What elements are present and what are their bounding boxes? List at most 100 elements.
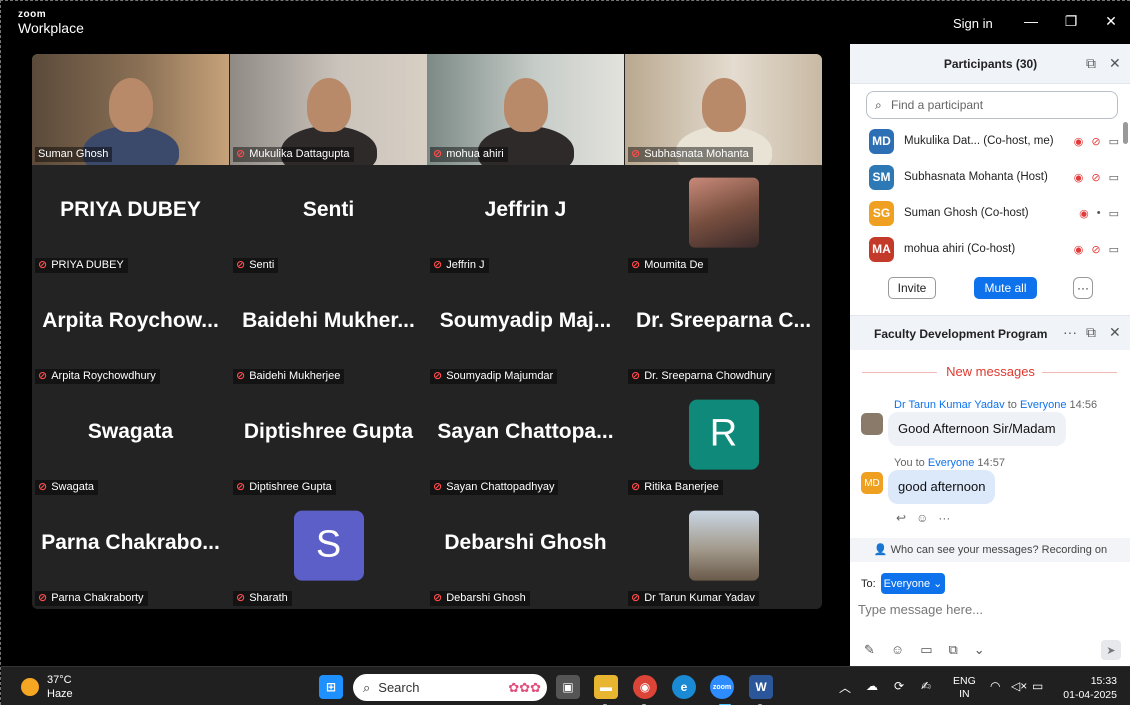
- mic-muted-icon[interactable]: ⊘: [1091, 171, 1100, 184]
- more-options-button[interactable]: ···: [1073, 277, 1093, 299]
- sign-in-button[interactable]: Sign in: [953, 16, 993, 31]
- chat-close-icon[interactable]: ✕: [1109, 324, 1121, 341]
- to-label: To:: [861, 578, 876, 590]
- chat-more-icon[interactable]: ···: [1063, 324, 1077, 340]
- tray-chevron-icon[interactable]: ︿: [839, 679, 851, 696]
- more-icon[interactable]: ···: [938, 511, 950, 525]
- participant-tile[interactable]: ⊘ mohua ahiri: [427, 54, 624, 165]
- participant-tile[interactable]: Arpita Roychow... ⊘ Arpita Roychowdhury: [32, 276, 229, 387]
- message-sender: Dr Tarun Kumar Yadav: [894, 399, 1005, 411]
- restore-icon[interactable]: ❐: [1061, 13, 1081, 30]
- minimize-icon[interactable]: —: [1021, 13, 1041, 29]
- participant-row[interactable]: MD Mukulika Dat... (Co-host, me) ◉ ⊘ ▭: [869, 127, 1119, 155]
- pop-out-icon[interactable]: ⧉: [1086, 55, 1096, 72]
- participant-tile[interactable]: Jeffrin J ⊘ Jeffrin J: [427, 165, 624, 276]
- camera-icon[interactable]: ▭: [1109, 207, 1119, 220]
- profile-photo: [688, 510, 759, 581]
- participant-name: Arpita Roychowdhury: [51, 370, 156, 382]
- wifi-icon[interactable]: ◠: [990, 679, 1000, 693]
- participant-name: Parna Chakraborty: [51, 592, 144, 604]
- participant-tile[interactable]: Suman Ghosh: [32, 54, 229, 165]
- task-view-icon[interactable]: ▣: [556, 675, 580, 699]
- participant-display-name: Senti: [302, 197, 355, 221]
- edge-icon[interactable]: e: [672, 675, 696, 699]
- emoji-react-icon[interactable]: ☺: [916, 511, 928, 525]
- close-icon[interactable]: ✕: [1101, 13, 1121, 30]
- participant-avatar: S: [293, 510, 364, 581]
- screenshot-icon[interactable]: ⧉: [948, 642, 957, 658]
- file-explorer-icon[interactable]: ▬: [594, 675, 618, 699]
- mic-muted-icon[interactable]: ⊘: [1091, 135, 1100, 148]
- participant-tile[interactable]: ⊘ Moumita De: [625, 165, 822, 276]
- windows-start-icon[interactable]: ⊞: [319, 675, 343, 699]
- taskbar-search[interactable]: ⌕ Search ✿✿✿: [353, 674, 547, 701]
- participant-tile[interactable]: Debarshi Ghosh ⊘ Debarshi Ghosh: [427, 498, 624, 609]
- mic-muted-icon[interactable]: ⊘: [1091, 243, 1100, 256]
- participant-name: Jeffrin J: [446, 259, 485, 271]
- recipient-dropdown[interactable]: Everyone ⌄: [881, 573, 945, 594]
- close-panel-icon[interactable]: ✕: [1109, 55, 1121, 72]
- battery-icon[interactable]: ▭: [1032, 679, 1043, 693]
- invite-button[interactable]: Invite: [888, 277, 936, 299]
- emoji-icon[interactable]: ☺: [891, 642, 904, 658]
- participant-tile[interactable]: Sayan Chattopa... ⊘ Sayan Chattopadhyay: [427, 387, 624, 498]
- onedrive-icon[interactable]: ☁: [866, 679, 878, 693]
- volume-icon[interactable]: ◁×: [1011, 679, 1027, 693]
- format-icon[interactable]: ✎: [864, 642, 875, 658]
- participant-tile[interactable]: Senti ⊘ Senti: [230, 165, 427, 276]
- camera-icon[interactable]: ▭: [1109, 171, 1119, 184]
- clock[interactable]: 15:33 01-04-2025: [1059, 674, 1117, 702]
- participant-tile[interactable]: ⊘ Subhasnata Mohanta: [625, 54, 822, 165]
- chat-message: Good Afternoon Sir/Madam: [888, 412, 1066, 446]
- participant-search-input[interactable]: ⌕ Find a participant: [866, 91, 1118, 119]
- chat-pop-out-icon[interactable]: ⧉: [1086, 324, 1096, 341]
- sync-icon[interactable]: ⟳: [894, 679, 904, 693]
- mic-muted-icon: ⊘: [433, 259, 443, 271]
- participant-avatar: MA: [869, 236, 894, 262]
- chevron-down-icon[interactable]: ⌄: [974, 642, 985, 658]
- zoom-app-icon[interactable]: zoom: [710, 675, 734, 699]
- mic-muted-icon: ⊘: [38, 370, 48, 382]
- participant-name-label: ⊘ Ritika Banerjee: [628, 480, 723, 495]
- mic-muted-icon: ⊘: [631, 148, 641, 160]
- weather-widget[interactable]: 37°C Haze: [21, 673, 73, 701]
- file-icon[interactable]: ▭: [920, 642, 932, 658]
- mic-on-icon[interactable]: •: [1097, 207, 1101, 220]
- participant-row[interactable]: SG Suman Ghosh (Co-host) ◉ • ▭: [869, 199, 1119, 227]
- participant-tile[interactable]: PRIYA DUBEY ⊘ PRIYA DUBEY: [32, 165, 229, 276]
- privacy-notice[interactable]: 👤 Who can see your messages? Recording o…: [850, 538, 1130, 562]
- participant-tile[interactable]: Baidehi Mukher... ⊘ Baidehi Mukherjee: [230, 276, 427, 387]
- language-indicator[interactable]: ENG IN: [953, 675, 976, 701]
- participant-tile[interactable]: Soumyadip Maj... ⊘ Soumyadip Majumdar: [427, 276, 624, 387]
- participant-tile[interactable]: S ⊘ Sharath: [230, 498, 427, 609]
- word-icon[interactable]: W: [749, 675, 773, 699]
- message-input[interactable]: Type message here...: [858, 602, 983, 617]
- participant-tile[interactable]: R ⊘ Ritika Banerjee: [625, 387, 822, 498]
- participant-tile[interactable]: ⊘ Mukulika Dattagupta: [230, 54, 427, 165]
- pen-icon[interactable]: ✍: [921, 679, 931, 693]
- mute-all-button[interactable]: Mute all: [974, 277, 1037, 299]
- search-icon: ⌕: [875, 98, 882, 112]
- participant-row[interactable]: SM Subhasnata Mohanta (Host) ◉ ⊘ ▭: [869, 163, 1119, 191]
- participant-display-name: Diptishree Gupta: [243, 419, 414, 443]
- chrome-icon[interactable]: ◉: [633, 675, 657, 699]
- participant-avatar: MD: [869, 128, 894, 154]
- search-icon: ⌕: [363, 679, 371, 695]
- send-button[interactable]: ➤: [1101, 640, 1121, 660]
- participant-tile[interactable]: Swagata ⊘ Swagata: [32, 387, 229, 498]
- participant-tile[interactable]: Dr. Sreeparna C... ⊘ Dr. Sreeparna Chowdhu…: [625, 276, 822, 387]
- participant-tile[interactable]: Parna Chakrabo... ⊘ Parna Chakraborty: [32, 498, 229, 609]
- camera-icon[interactable]: ▭: [1109, 243, 1119, 256]
- brand-top: zoom: [18, 9, 47, 20]
- reply-icon[interactable]: ↩: [896, 511, 906, 525]
- my-avatar: MD: [861, 472, 883, 494]
- participant-scrollbar[interactable]: [1123, 122, 1128, 144]
- participant-tile[interactable]: Diptishree Gupta ⊘ Diptishree Gupta: [230, 387, 427, 498]
- participant-row[interactable]: MA mohua ahiri (Co-host) ◉ ⊘ ▭: [869, 235, 1119, 263]
- participant-status-icons: ◉ ⊘ ▭: [1074, 135, 1119, 148]
- person-icon: 👤: [873, 544, 888, 556]
- participant-name-label: ⊘ Moumita De: [628, 258, 708, 273]
- participant-tile[interactable]: ⊘ Dr Tarun Kumar Yadav: [625, 498, 822, 609]
- participant-name: Suman Ghosh: [38, 148, 109, 160]
- camera-icon[interactable]: ▭: [1109, 135, 1119, 148]
